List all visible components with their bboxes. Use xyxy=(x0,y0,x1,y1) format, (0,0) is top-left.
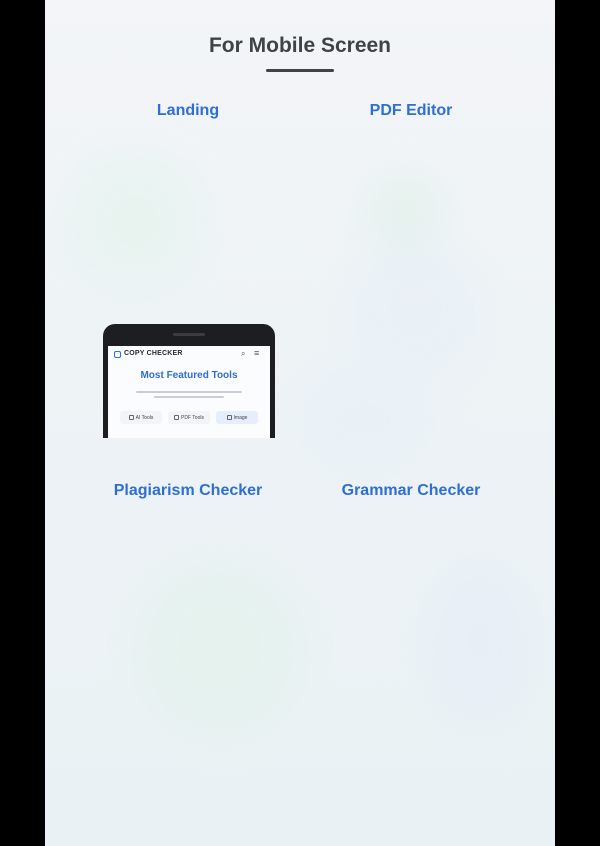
chip-ai-tools[interactable]: AI Tools xyxy=(120,411,162,424)
label-plagiarism-checker[interactable]: Plagiarism Checker xyxy=(68,482,308,500)
background-blob xyxy=(425,560,535,720)
hero-subtitle-line xyxy=(154,396,224,398)
chip-label: PDF Tools xyxy=(181,414,204,421)
background-blob xyxy=(65,150,205,290)
mobile-device-preview[interactable]: COPY CHECKER ⌕ ≡ Most Featured Tools AI … xyxy=(103,324,275,438)
brand-name: COPY CHECKER xyxy=(124,350,183,357)
device-speaker xyxy=(173,333,205,336)
chip-label: AI Tools xyxy=(135,414,154,421)
page-title: For Mobile Screen xyxy=(208,34,392,57)
content-panel: For Mobile Screen Landing PDF Editor COP… xyxy=(45,0,555,846)
chip-pdf-tools[interactable]: PDF Tools xyxy=(168,411,210,424)
background-blob xyxy=(345,240,485,380)
search-icon[interactable]: ⌕ xyxy=(241,349,245,359)
tool-icon xyxy=(174,415,179,420)
background-blob xyxy=(135,560,305,740)
menu-icon[interactable]: ≡ xyxy=(254,348,259,358)
tool-icon xyxy=(226,415,232,420)
logo-icon xyxy=(114,351,121,358)
chip-image[interactable]: Image xyxy=(216,411,258,424)
label-landing[interactable]: Landing xyxy=(68,102,308,120)
site-header: COPY CHECKER ⌕ ≡ xyxy=(108,346,270,362)
frame: For Mobile Screen Landing PDF Editor COP… xyxy=(0,0,600,846)
label-pdf-editor[interactable]: PDF Editor xyxy=(291,102,531,120)
hero-title: Most Featured Tools xyxy=(140,370,238,381)
chip-label: Image xyxy=(233,414,248,421)
label-grammar-checker[interactable]: Grammar Checker xyxy=(291,482,531,500)
tool-icon xyxy=(128,415,134,420)
hero-subtitle-line xyxy=(136,391,242,393)
device-screen: COPY CHECKER ⌕ ≡ Most Featured Tools AI … xyxy=(108,346,270,438)
title-underline xyxy=(266,69,334,72)
